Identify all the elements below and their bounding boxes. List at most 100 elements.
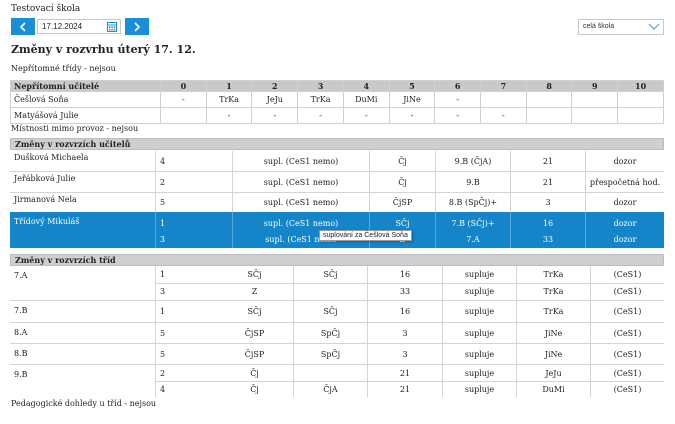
table-row[interactable]: Dušková Michaela 4 supl. (CeS1 nemo) Čj … bbox=[10, 151, 664, 171]
period-cell: 5 bbox=[160, 198, 166, 207]
period-cell: 2 bbox=[160, 177, 166, 187]
period-cell: TrKa bbox=[297, 91, 344, 108]
room-cell: 21 bbox=[542, 177, 554, 187]
period-cell: - bbox=[297, 107, 344, 124]
period-cell bbox=[160, 107, 207, 124]
period-header: 6 bbox=[434, 80, 482, 92]
date-input[interactable]: 17.12.2024 bbox=[37, 19, 121, 34]
change-type-cell: supluje bbox=[464, 328, 495, 338]
period-header: 1 bbox=[205, 80, 253, 92]
class-name: 7.B bbox=[14, 305, 28, 315]
period-cell: 1 bbox=[160, 270, 166, 279]
subject-cell: Čj bbox=[398, 156, 407, 166]
teacher-cell: JiNe bbox=[544, 328, 563, 338]
note-cell: (CeS1) bbox=[613, 270, 642, 279]
period-cell: 4 bbox=[160, 156, 166, 166]
period-cell: 3 bbox=[160, 287, 166, 296]
orig-subject-cell: SČj bbox=[323, 270, 338, 279]
period-cell: DuMi bbox=[342, 91, 390, 108]
class-name: 7.A bbox=[14, 270, 28, 280]
teacher-name: Češlová Soňa bbox=[10, 91, 161, 108]
orig-subject-cell: SpČj bbox=[320, 328, 341, 338]
table-row[interactable]: 9.B 2 Čj 21 supluje JeJu (CeS1) 4 Čj ČjA… bbox=[10, 365, 664, 397]
next-day-button[interactable] bbox=[125, 18, 149, 35]
rooms-out-note: Místnosti mimo provoz - nejsou bbox=[11, 124, 139, 133]
teacher-cell: DuMi bbox=[542, 384, 565, 394]
note-cell: (CeS1) bbox=[613, 384, 642, 394]
room-cell: 33 bbox=[542, 234, 554, 244]
period-cell: 2 bbox=[160, 368, 166, 378]
supervision-note: Pedagogické dohledy u tříd - nejsou bbox=[11, 399, 157, 408]
absent-classes-note: Nepřítomné třídy - nejsou bbox=[11, 64, 116, 73]
table-row[interactable]: 8.B 5 ČjSP SpČj 3 supluje JiNe (CeS1) bbox=[10, 344, 664, 364]
period-cell: 4 bbox=[160, 384, 166, 394]
period-header: 3 bbox=[297, 80, 344, 92]
class-name: 8.B bbox=[14, 348, 28, 358]
teacher-name: Matyášová Julie bbox=[10, 107, 161, 124]
chevron-down-icon bbox=[648, 23, 660, 30]
table-row[interactable]: 7.B 1 SČj SČj 16 supluje TrKa (CeS1) bbox=[10, 301, 664, 322]
note-cell: (CeS1) bbox=[613, 307, 642, 316]
period-cell: TrKa bbox=[205, 91, 253, 108]
change-type-cell: supluje bbox=[464, 368, 495, 378]
class-cell: 9.B bbox=[466, 177, 480, 187]
period-cell: - bbox=[388, 107, 436, 124]
class-changes-table: 7.A 1 SČj SČj 16 supluje TrKa (CeS1) 3 Z… bbox=[10, 266, 664, 397]
period-cell bbox=[571, 107, 619, 124]
period-cell bbox=[525, 91, 573, 108]
period-header: 2 bbox=[251, 80, 299, 92]
period-header: 7 bbox=[480, 80, 527, 92]
subject-cell: Čj bbox=[250, 368, 259, 378]
teacher-cell: JeJu bbox=[545, 368, 562, 378]
school-select-value: celá škola bbox=[583, 23, 615, 30]
period-cell: - bbox=[342, 107, 390, 124]
note-cell: (CeS1) bbox=[613, 328, 642, 338]
calendar-icon[interactable] bbox=[107, 22, 117, 32]
orig-subject-cell: ČjA bbox=[323, 384, 338, 394]
app-title: Testovací škola bbox=[11, 4, 81, 14]
note-cell: (CeS1) bbox=[613, 368, 642, 378]
date-value: 17.12.2024 bbox=[42, 22, 83, 31]
absent-teachers-header: Nepřítomní učitelé bbox=[10, 80, 161, 92]
table-row[interactable]: 7.A 1 SČj SČj 16 supluje TrKa (CeS1) 3 Z… bbox=[10, 266, 664, 300]
room-cell: 33 bbox=[399, 287, 411, 296]
class-cell: 8.B (SpČj)+ bbox=[448, 198, 498, 207]
teacher-changes-header: Změny v rozvrzích učitelů bbox=[10, 138, 664, 150]
orig-subject-cell: SpČj bbox=[320, 349, 341, 359]
table-row[interactable]: Jirmanová Nela 5 supl. (CeS1 nemo) ČjSP … bbox=[10, 193, 664, 212]
period-header: 4 bbox=[342, 80, 390, 92]
table-row[interactable]: 8.A 5 ČjSP SpČj 3 supluje JiNe (CeS1) bbox=[10, 323, 664, 343]
previous-day-button[interactable] bbox=[11, 18, 35, 35]
period-cell: - bbox=[160, 91, 207, 108]
school-select[interactable]: celá škola bbox=[578, 19, 664, 35]
change-type-cell: supluje bbox=[464, 349, 495, 359]
period-cell: 1 bbox=[160, 307, 166, 316]
room-cell: 16 bbox=[399, 270, 411, 279]
period-cell: 5 bbox=[160, 328, 166, 338]
table-row: Matyášová Julie - - - - - - - bbox=[10, 107, 664, 124]
subject-cell: Čj bbox=[250, 384, 259, 394]
period-cell: - bbox=[434, 107, 482, 124]
table-row[interactable]: Jeřábková Julie 2 supl. (CeS1 nemo) Čj 9… bbox=[10, 172, 664, 192]
change-type-cell: supl. (CeS1 nemo) bbox=[263, 156, 339, 166]
teacher-cell: JiNe bbox=[544, 349, 563, 359]
period-cell: JeJu bbox=[251, 91, 299, 108]
chevron-right-icon bbox=[134, 21, 141, 32]
chevron-left-icon bbox=[19, 21, 26, 32]
period-header: 0 bbox=[160, 80, 207, 92]
note-cell: (CeS1) bbox=[613, 349, 642, 359]
change-type-cell: supl. (CeS1 nemo) bbox=[263, 177, 339, 187]
teacher-cell: TrKa bbox=[543, 287, 564, 296]
class-cell: 9.B (ČjA) bbox=[454, 156, 492, 166]
room-cell: 21 bbox=[542, 156, 554, 166]
tooltip: suplování za Češlová Soňa bbox=[319, 230, 412, 241]
subject-cell: SČj bbox=[247, 270, 262, 279]
teacher-name: Jeřábková Julie bbox=[14, 174, 76, 183]
orig-subject-cell bbox=[294, 283, 367, 300]
note-cell: dozor bbox=[613, 156, 637, 166]
period-cell: JiNe bbox=[388, 91, 436, 108]
change-type-cell: supluje bbox=[464, 384, 495, 394]
period-header: 8 bbox=[525, 80, 573, 92]
orig-subject-cell: SČj bbox=[323, 307, 338, 316]
period-cell: - bbox=[480, 107, 527, 124]
